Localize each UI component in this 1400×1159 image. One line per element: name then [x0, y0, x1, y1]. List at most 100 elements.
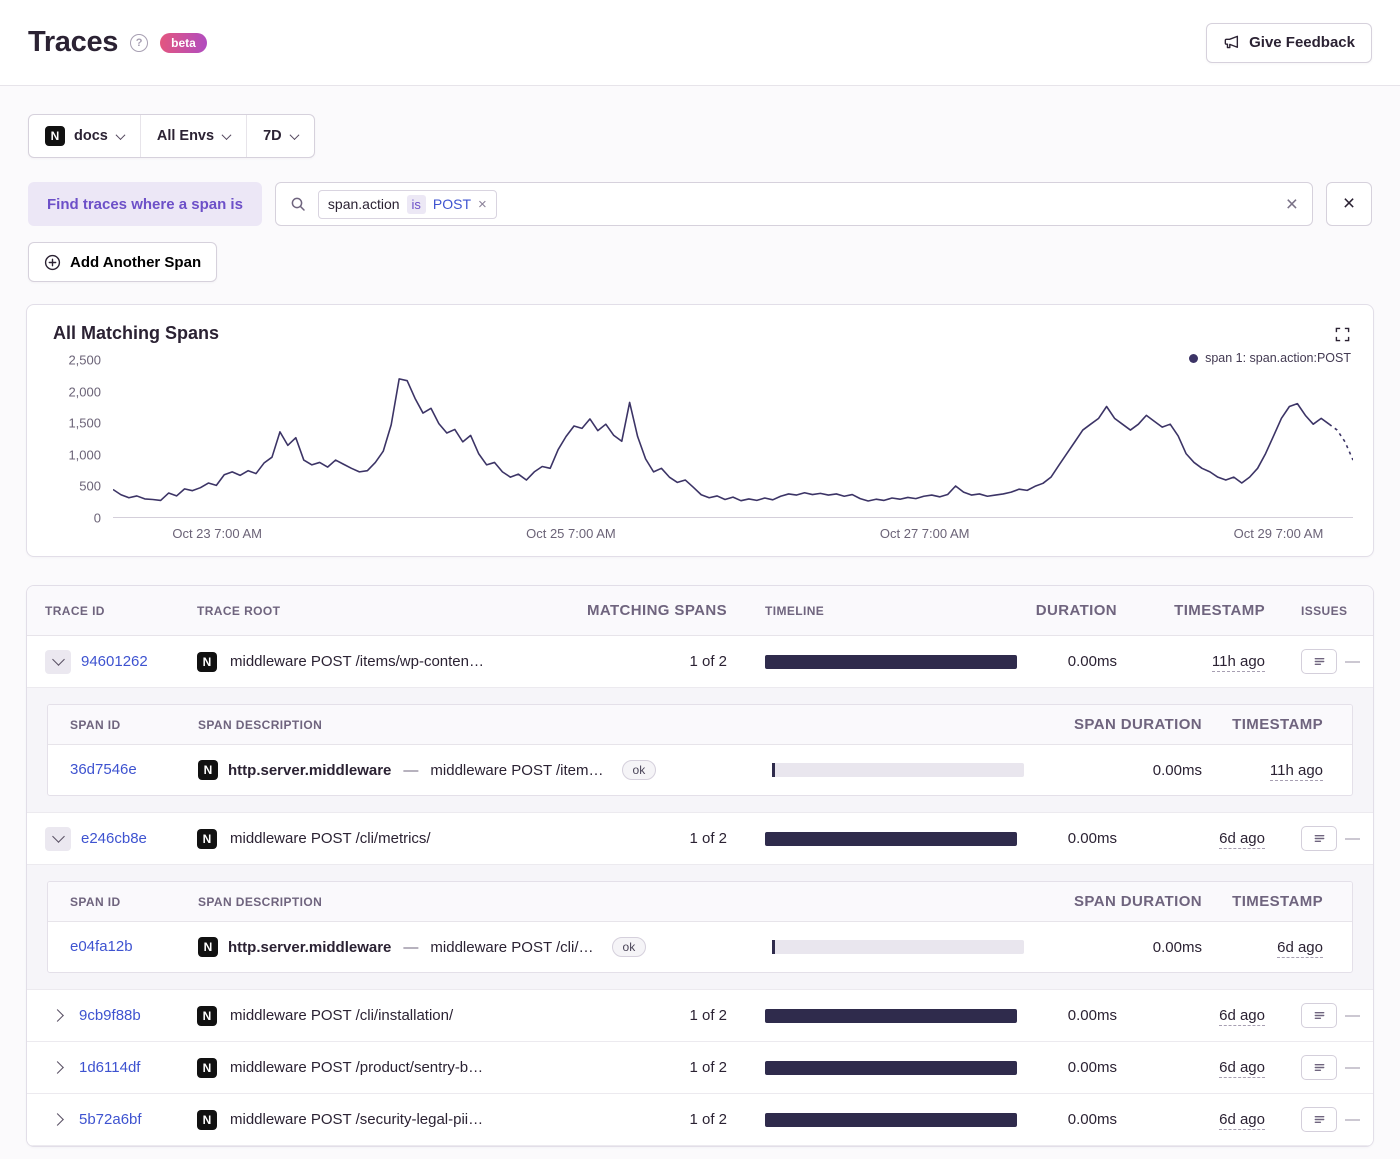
status-badge: ok [611, 937, 647, 957]
megaphone-icon [1223, 34, 1240, 51]
issues-icon[interactable] [1301, 1003, 1337, 1028]
trace-root-label: middleware POST /cli/metrics/ [230, 830, 431, 847]
token-remove-icon[interactable]: × [478, 197, 487, 212]
span-timeline-bar[interactable] [772, 940, 1024, 954]
trace-id-link[interactable]: 94601262 [81, 653, 148, 670]
table-header-row: TRACE ID TRACE ROOT MATCHING SPANS TIMEL… [27, 586, 1373, 636]
span-id-link[interactable]: e04fa12b [70, 938, 133, 955]
trace-root-label: middleware POST /security-legal-pii… [230, 1111, 484, 1128]
table-row[interactable]: e246cb8e N middleware POST /cli/metrics/… [27, 813, 1373, 865]
nextjs-icon: N [198, 937, 218, 957]
environment-label: All Envs [156, 128, 215, 144]
table-row[interactable]: 5b72a6bf N middleware POST /security-leg… [27, 1094, 1373, 1146]
expanded-spans-section: SPAN ID SPAN DESCRIPTION SPAN DURATION T… [27, 865, 1373, 990]
col-span-id: SPAN ID [70, 717, 121, 732]
issues-empty: — [1345, 653, 1360, 670]
chevron-right-icon[interactable] [51, 1061, 64, 1074]
timeline-bar[interactable] [765, 831, 1017, 846]
nextjs-icon: N [197, 828, 217, 849]
date-range-selector[interactable]: 7D [246, 115, 314, 157]
timeline-bar[interactable] [765, 1112, 1017, 1127]
chart-y-axis: 0 500 1,000 1,500 2,000 2,500 [47, 353, 113, 526]
issues-icon[interactable] [1301, 1107, 1337, 1132]
span-timeline-bar[interactable] [772, 763, 1024, 777]
collapse-row-button[interactable] [45, 649, 71, 674]
trace-id-link[interactable]: 1d6114df [79, 1059, 140, 1076]
span-row[interactable]: e04fa12b N http.server.middleware — midd… [48, 922, 1352, 972]
span-header-row: SPAN ID SPAN DESCRIPTION SPAN DURATION T… [48, 705, 1352, 745]
all-matching-spans-panel: All Matching Spans span 1: span.action:P… [26, 304, 1374, 557]
expanded-spans-section: SPAN ID SPAN DESCRIPTION SPAN DURATION T… [27, 688, 1373, 813]
status-badge: ok [621, 760, 657, 780]
project-selector[interactable]: N docs [29, 115, 140, 157]
nextjs-icon: N [197, 1109, 217, 1130]
timeline-bar[interactable] [765, 654, 1017, 669]
give-feedback-button[interactable]: Give Feedback [1206, 22, 1372, 63]
y-axis-tick: 2,500 [68, 352, 101, 368]
timestamp-value: 6d ago [1219, 1007, 1265, 1026]
help-icon[interactable]: ? [130, 33, 149, 52]
col-span-description: SPAN DESCRIPTION [198, 717, 323, 732]
span-query-row: Find traces where a span is span.action … [28, 182, 1372, 226]
token-value[interactable]: POST [433, 196, 471, 212]
token-operator[interactable]: is [406, 194, 426, 214]
issues-empty: — [1345, 1059, 1360, 1076]
trace-root-label: middleware POST /items/wp-conten… [230, 653, 484, 670]
span-description-label: middleware POST /cli/… [430, 938, 594, 956]
trace-id-link[interactable]: e246cb8e [81, 830, 147, 847]
add-another-span-label: Add Another Span [70, 253, 202, 271]
duration-value: 0.00ms [1067, 1111, 1117, 1128]
chevron-down-icon [289, 129, 300, 140]
chevron-down-icon [221, 129, 232, 140]
table-row[interactable]: 9cb9f88b N middleware POST /cli/installa… [27, 990, 1373, 1042]
span-row[interactable]: 36d7546e N http.server.middleware — midd… [48, 745, 1352, 795]
span-id-link[interactable]: 36d7546e [70, 761, 137, 778]
issues-icon[interactable] [1301, 649, 1337, 674]
collapse-row-button[interactable] [45, 826, 71, 851]
search-token[interactable]: span.action is POST × [317, 189, 497, 219]
span-search-input[interactable]: span.action is POST × × [274, 182, 1313, 226]
trace-root-label: middleware POST /cli/installation/ [230, 1007, 454, 1024]
timeline-bar[interactable] [765, 1060, 1017, 1075]
environment-selector[interactable]: All Envs [139, 115, 246, 157]
y-axis-tick: 500 [79, 478, 101, 494]
spans-chart: 0 500 1,000 1,500 2,000 2,500 [47, 353, 1353, 526]
fullscreen-icon[interactable] [1329, 321, 1355, 347]
col-timeline: TIMELINE [765, 603, 825, 618]
chart-plot-area[interactable] [113, 360, 1353, 518]
trace-id-link[interactable]: 5b72a6bf [79, 1111, 142, 1128]
y-axis-tick: 1,500 [68, 415, 101, 431]
spans-subtable: SPAN ID SPAN DESCRIPTION SPAN DURATION T… [47, 704, 1353, 796]
nextjs-icon: N [197, 1005, 217, 1026]
span-timestamp-value: 6d ago [1277, 938, 1323, 958]
x-axis-tick: Oct 29 7:00 AM [1233, 526, 1324, 541]
col-trace-id: TRACE ID [45, 603, 105, 618]
span-duration-value: 0.00ms [1152, 761, 1202, 779]
issues-icon[interactable] [1301, 1055, 1337, 1080]
table-row[interactable]: 1d6114df N middleware POST /product/sent… [27, 1042, 1373, 1094]
nextjs-icon: N [198, 760, 218, 780]
chevron-right-icon[interactable] [51, 1009, 64, 1022]
timestamp-value: 11h ago [1211, 653, 1265, 672]
col-span-duration: SPAN DURATION [1074, 716, 1202, 733]
table-row[interactable]: 94601262 N middleware POST /items/wp-con… [27, 636, 1373, 688]
plus-circle-icon [44, 254, 61, 271]
add-another-span-button[interactable]: Add Another Span [28, 242, 218, 282]
chart-title: All Matching Spans [53, 323, 220, 343]
span-timestamp-value: 11h ago [1269, 761, 1323, 781]
matching-spans-count: 1 of 2 [689, 1059, 727, 1076]
clear-search-icon[interactable]: × [1286, 194, 1298, 215]
token-key: span.action [327, 196, 400, 212]
separator: — [403, 761, 419, 779]
duration-value: 0.00ms [1067, 1007, 1117, 1024]
chevron-right-icon[interactable] [51, 1113, 64, 1126]
trace-id-link[interactable]: 9cb9f88b [79, 1007, 141, 1024]
col-trace-root: TRACE ROOT [197, 603, 281, 618]
add-span-row: Add Another Span [28, 242, 1372, 282]
col-span-timestamp: TIMESTAMP [1232, 716, 1323, 733]
issues-icon[interactable] [1301, 826, 1337, 851]
timeline-bar[interactable] [765, 1008, 1017, 1023]
nextjs-icon: N [45, 126, 65, 146]
x-axis-tick: Oct 23 7:00 AM [172, 526, 262, 541]
delete-span-filter-button[interactable]: × [1326, 182, 1372, 226]
